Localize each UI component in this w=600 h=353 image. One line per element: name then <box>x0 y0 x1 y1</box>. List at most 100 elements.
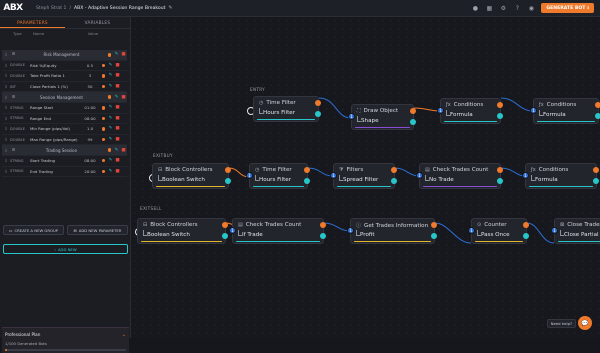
delete-icon[interactable]: ■ <box>114 115 121 122</box>
strategy-node[interactable]: 1 ⊙ Counter Pass Once <box>468 218 529 244</box>
output-port-true[interactable] <box>497 102 503 108</box>
parameter-value[interactable]: 0.5 <box>80 63 100 68</box>
edit-icon[interactable]: ✎ <box>107 104 114 111</box>
output-port-true[interactable] <box>497 167 503 173</box>
delete-icon[interactable]: ■ <box>114 125 121 132</box>
output-port-true[interactable] <box>222 222 228 228</box>
chat-button[interactable]: 💬 <box>578 316 592 330</box>
output-port-true[interactable] <box>315 100 321 106</box>
edit-icon[interactable]: ✎ <box>107 157 114 164</box>
parameter-value[interactable]: 50 <box>80 84 100 89</box>
drag-handle-icon[interactable]: ⠿ <box>2 169 10 174</box>
input-port[interactable]: 1 <box>347 227 354 234</box>
input-port[interactable]: 1 <box>551 227 558 234</box>
strategy-node[interactable]: 1 ƒx Conditions Formula <box>530 98 600 124</box>
drag-handle-icon[interactable]: ⠿ <box>2 137 10 142</box>
parameter-row[interactable]: ⠿ STRING Start Trading 08:00 ✎ ■ <box>2 156 127 167</box>
generate-bot-button[interactable]: GENERATE BOT ⭳ <box>541 3 594 13</box>
edit-icon[interactable]: ✎ <box>107 125 114 132</box>
drag-handle-icon[interactable]: ⠿ <box>2 126 10 131</box>
edit-icon[interactable]: ✎ <box>113 51 120 58</box>
parameter-row[interactable]: ⠿ INT Close Partials 1 (%) 50 ✎ ■ <box>2 82 127 93</box>
strategy-node[interactable]: ◷ Time Filter Hours Filter <box>253 96 321 122</box>
output-port-true[interactable] <box>320 222 326 228</box>
parameter-row[interactable]: ⠿ STRING Range End 08:00 ✎ ■ <box>2 114 127 125</box>
notifications-icon[interactable]: ● <box>471 4 479 12</box>
input-port[interactable]: 1 <box>330 172 337 179</box>
delete-icon[interactable]: ■ <box>114 62 121 69</box>
parameter-value[interactable]: 01:00 <box>80 105 100 110</box>
output-port-false[interactable] <box>320 233 326 239</box>
grid-icon[interactable]: ▦ <box>485 4 493 12</box>
delete-icon[interactable]: ■ <box>120 147 127 154</box>
strategy-node[interactable]: 1 ⓘ Get Trades Information Profit <box>347 218 437 244</box>
app-logo[interactable]: ABX <box>0 0 26 17</box>
strategy-node[interactable]: ⊟ Block Controllers Boolean Switch <box>137 218 228 244</box>
input-port[interactable]: 1 <box>348 113 355 120</box>
output-port-true[interactable] <box>593 167 599 173</box>
edit-icon[interactable]: ✎ <box>107 62 114 69</box>
output-port-false[interactable] <box>410 119 416 125</box>
help-icon[interactable]: ? <box>513 4 521 12</box>
output-port-true[interactable] <box>410 108 416 114</box>
parameter-value[interactable]: 08:00 <box>80 116 100 121</box>
drag-handle-icon[interactable]: ⠿ <box>2 73 10 78</box>
drag-handle-icon[interactable]: ⠿ <box>2 105 10 110</box>
strategy-node[interactable]: 1 ▤ Check Trades Count If Trade <box>229 218 326 244</box>
settings-icon[interactable]: ⚙ <box>499 4 507 12</box>
drag-handle-icon[interactable]: ⠿ <box>2 84 10 89</box>
edit-icon[interactable]: ✎ <box>107 168 114 175</box>
strategy-canvas[interactable]: ENTRY EXITBUY EXITSELL ◷ Time Filter Hours… <box>131 17 600 338</box>
chevron-down-icon[interactable]: ⌄ <box>122 332 126 338</box>
output-port-true[interactable] <box>304 167 310 173</box>
output-port-true[interactable] <box>523 222 529 228</box>
output-port-false[interactable] <box>523 233 529 239</box>
input-port[interactable]: 1 <box>437 107 444 114</box>
parameter-row[interactable]: ⠿ DOUBLE Take Profit Ratio 1 3 ✎ ■ <box>2 71 127 82</box>
delete-icon[interactable]: ■ <box>114 104 121 111</box>
drag-handle-icon[interactable]: ⠿ <box>2 158 10 163</box>
parameter-row[interactable]: ⠿ DOUBLE Risk %/Equity 0.5 ✎ ■ <box>2 61 127 72</box>
drag-handle-icon[interactable]: ⠿ <box>2 116 10 121</box>
edit-name-icon[interactable]: ✎ <box>168 5 172 11</box>
parameter-group-header[interactable]: ⠿ ≡ Risk Management ✎ ■ <box>2 50 127 61</box>
user-icon[interactable]: ◉ <box>527 4 535 12</box>
strategy-node[interactable]: 1 ◷ Time Filter Hours Filter <box>246 163 310 189</box>
chat-help-label[interactable]: Need help? <box>546 319 576 328</box>
input-port[interactable]: 1 <box>468 227 475 234</box>
parameter-value[interactable]: 20:00 <box>80 169 100 174</box>
delete-icon[interactable]: ■ <box>114 157 121 164</box>
edit-icon[interactable]: ✎ <box>107 115 114 122</box>
strategy-node[interactable]: 1 ƒx Conditions Formula <box>437 98 503 124</box>
input-port[interactable]: 1 <box>416 172 423 179</box>
parameter-row[interactable]: ⠿ DOUBLE Min Range (pips/Vol) 1.0 ✎ ■ <box>2 124 127 135</box>
strategy-node[interactable]: 1 ⊠ Close Trades Close Partial <box>551 218 600 244</box>
output-port-false[interactable] <box>497 178 503 184</box>
strategy-node[interactable]: 1 ⧩ Filters Spread Filter <box>330 163 397 189</box>
input-port[interactable]: 1 <box>530 107 537 114</box>
delete-icon[interactable]: ■ <box>114 136 121 143</box>
parameter-row[interactable]: ⠿ DOUBLE Max Range (pips/Range) 99 ✎ ■ <box>2 135 127 146</box>
output-port-true[interactable] <box>391 167 397 173</box>
parameter-value[interactable]: 1.0 <box>80 126 100 131</box>
edit-icon[interactable]: ✎ <box>113 147 120 154</box>
strategy-node[interactable]: 1 ƒx Conditions Formula <box>522 163 599 189</box>
output-port-false[interactable] <box>497 113 503 119</box>
output-port-false[interactable] <box>593 178 599 184</box>
parameter-group-header[interactable]: ⠿ ≡ Session Management ✎ ■ <box>2 92 127 103</box>
output-port-false[interactable] <box>222 233 228 239</box>
edit-icon[interactable]: ✎ <box>107 83 114 90</box>
create-group-button[interactable]: ▭ CREATE A NEW GROUP <box>3 225 64 235</box>
add-parameter-button[interactable]: ⊞ ADD NEW PARAMETER <box>67 225 128 235</box>
output-port-true[interactable] <box>595 102 600 108</box>
drag-handle-icon[interactable]: ⠿ <box>2 63 10 68</box>
output-port-true[interactable] <box>431 222 437 228</box>
parameter-row[interactable]: ⠿ STRING End Trading 20:00 ✎ ■ <box>2 167 127 178</box>
drag-handle-icon[interactable]: ⠿ <box>2 52 10 57</box>
drag-handle-icon[interactable]: ⠿ <box>2 95 10 100</box>
delete-icon[interactable]: ■ <box>114 83 121 90</box>
breadcrumb-project[interactable]: Steph Strat 1 <box>36 6 66 11</box>
input-port[interactable]: 1 <box>229 227 236 234</box>
strategy-node[interactable]: 1 ▤ Check Trades Count No Trade <box>416 163 503 189</box>
output-port-false[interactable] <box>595 113 600 119</box>
